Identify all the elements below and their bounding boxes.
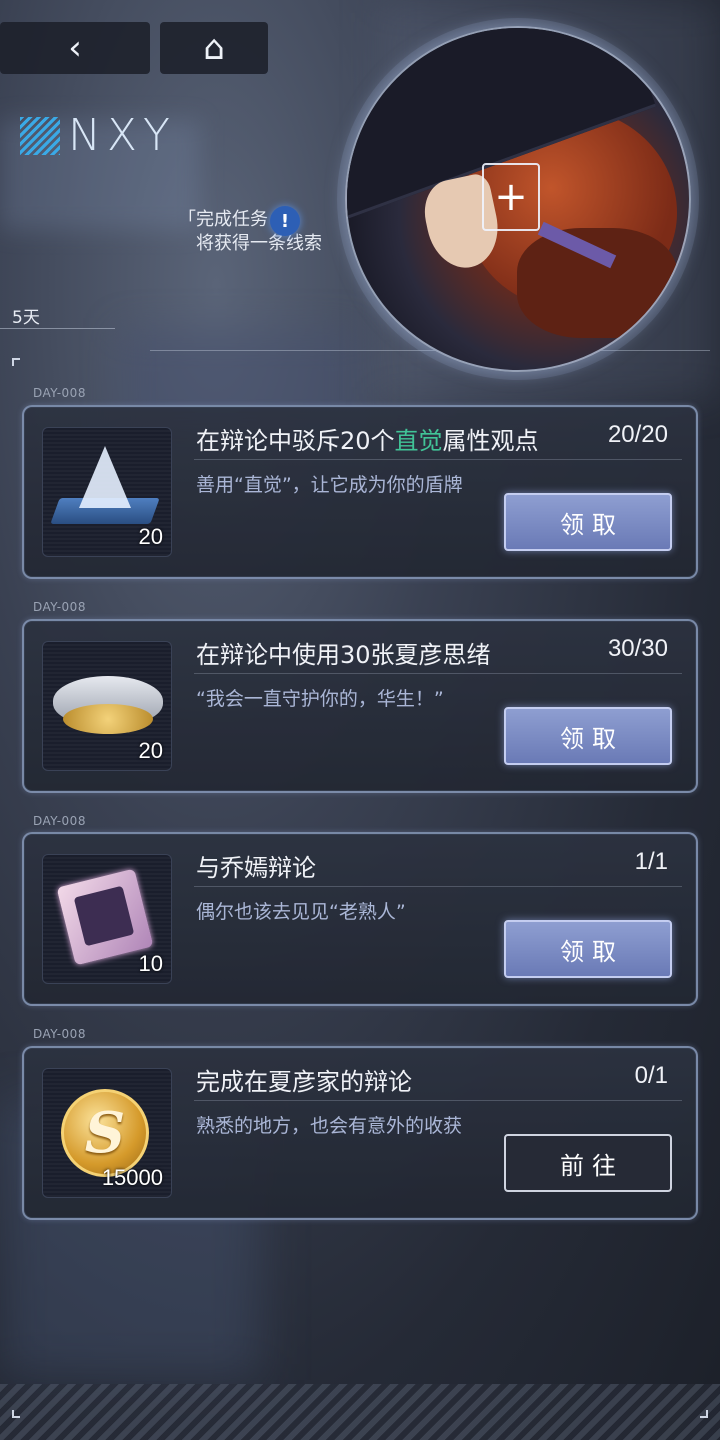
day-label: DAY-008 <box>33 1027 86 1041</box>
character-portrait[interactable] <box>345 26 691 372</box>
task-title: 在辩论中驳斥20个直觉属性观点 <box>196 427 539 455</box>
corner-bracket <box>12 358 20 366</box>
divider <box>194 459 682 460</box>
task-title: 与乔嫣辩论 <box>196 854 316 882</box>
task-description: “我会一直守护你的，华生！” <box>196 688 444 710</box>
task-description: 善用“直觉”，让它成为你的盾牌 <box>196 474 463 496</box>
crystal-pyramid-icon[interactable]: 20 <box>42 427 172 557</box>
logo-mark-icon <box>20 116 60 155</box>
task-description: 熟悉的地方，也会有意外的收获 <box>196 1115 463 1137</box>
divider <box>194 1100 682 1101</box>
memory-chip-icon[interactable]: 10 <box>42 854 172 984</box>
corner-bracket <box>700 1410 708 1418</box>
divider <box>194 886 682 887</box>
task-description: 偶尔也该去见见“老熟人” <box>196 901 406 923</box>
divider <box>150 350 710 351</box>
task-title: 在辩论中使用30张夏彦思绪 <box>196 641 491 669</box>
divider <box>194 673 682 674</box>
claim-button[interactable]: 领取 <box>504 707 672 765</box>
chevron-left-icon: ‹ <box>68 28 82 68</box>
task-card: 20 在辩论中使用30张夏彦思绪 30/30 “我会一直守护你的，华生！” 领取 <box>22 619 698 793</box>
footer-decoration <box>0 1384 720 1440</box>
day-label: DAY-008 <box>33 600 86 614</box>
task-card: 10 与乔嫣辩论 1/1 偶尔也该去见见“老熟人” 领取 <box>22 832 698 1006</box>
task-progress: 20/20 <box>607 421 668 448</box>
reward-quantity: 20 <box>138 524 163 549</box>
reward-quantity: 10 <box>138 951 163 976</box>
task-card: 20 在辩论中驳斥20个直觉属性观点 20/20 善用“直觉”，让它成为你的盾牌… <box>22 405 698 579</box>
claim-button[interactable]: 领取 <box>504 493 672 551</box>
claim-button[interactable]: 领取 <box>504 920 672 978</box>
corner-bracket <box>12 1410 20 1418</box>
goto-button[interactable]: 前往 <box>504 1134 672 1192</box>
day-label: DAY-008 <box>33 386 86 400</box>
day-label: DAY-008 <box>33 814 86 828</box>
reward-quantity: 15000 <box>101 1165 163 1190</box>
back-button[interactable]: ‹ <box>0 22 150 74</box>
alert-icon[interactable]: ! <box>270 206 300 236</box>
task-progress: 30/30 <box>607 635 668 662</box>
home-button[interactable]: ⌂ <box>160 22 268 74</box>
logo-text: NXY <box>68 110 176 161</box>
clue-hint-line1: 「完成任务 <box>178 209 268 230</box>
reward-quantity: 20 <box>138 738 163 763</box>
home-icon: ⌂ <box>203 28 225 68</box>
days-remaining: 5天 <box>12 308 40 328</box>
clue-hint: 「完成任务 将获得一条线索 <box>178 208 322 256</box>
task-progress: 0/1 <box>634 1062 668 1089</box>
focus-reticle-icon <box>482 163 540 231</box>
gold-coin-icon[interactable]: S 15000 <box>42 1068 172 1198</box>
clue-hint-line2: 将获得一条线索 <box>196 233 322 254</box>
task-title: 完成在夏彦家的辩论 <box>196 1068 412 1096</box>
logo: NXY <box>20 110 176 161</box>
gold-bowl-icon[interactable]: 20 <box>42 641 172 771</box>
task-progress: 1/1 <box>634 848 668 875</box>
divider <box>0 328 115 329</box>
task-card: S 15000 完成在夏彦家的辩论 0/1 熟悉的地方，也会有意外的收获 前往 <box>22 1046 698 1220</box>
